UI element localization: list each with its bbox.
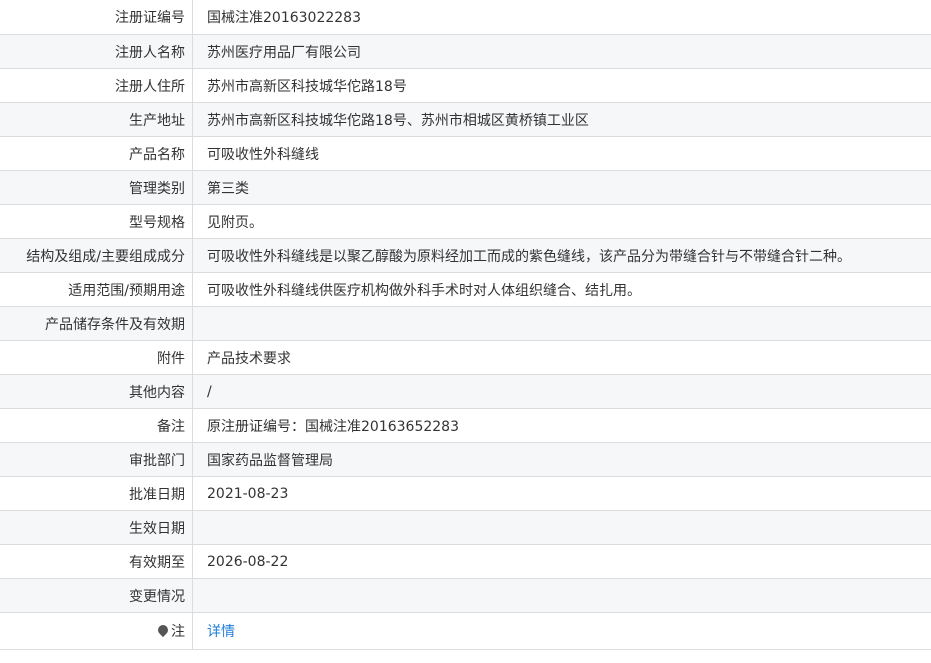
row-label: 结构及组成/主要组成成分 (0, 238, 193, 273)
row-value: 2021-08-23 (192, 476, 931, 511)
row-label: 生效日期 (0, 510, 193, 545)
table-row: 注册人名称 苏州医疗用品厂有限公司 (0, 34, 931, 69)
row-label: 注册人名称 (0, 34, 193, 69)
table-row: 注册人住所 苏州市高新区科技城华佗路18号 (0, 68, 931, 103)
table-row: 产品储存条件及有效期 (0, 306, 931, 341)
row-value: 第三类 (192, 170, 931, 205)
table-row: 附件 产品技术要求 (0, 340, 931, 375)
table-row: 型号规格 见附页。 (0, 204, 931, 239)
details-link[interactable]: 详情 (207, 624, 235, 640)
row-value: 2026-08-22 (192, 544, 931, 579)
pin-icon (155, 622, 171, 638)
row-value: 苏州医疗用品厂有限公司 (192, 34, 931, 69)
row-value: 苏州市高新区科技城华佗路18号 (192, 68, 931, 103)
row-value (192, 510, 931, 545)
table-row: 管理类别 第三类 (0, 170, 931, 205)
row-label: 其他内容 (0, 374, 193, 409)
table-row-note: 注 详情 (0, 612, 931, 650)
row-label: 批准日期 (0, 476, 193, 511)
table-row: 产品名称 可吸收性外科缝线 (0, 136, 931, 171)
row-label: 注册人住所 (0, 68, 193, 103)
row-value: 原注册证编号：国械注准20163652283 (192, 408, 931, 443)
row-label: 注册证编号 (0, 0, 193, 35)
table-row: 适用范围/预期用途 可吸收性外科缝线供医疗机构做外科手术时对人体组织缝合、结扎用… (0, 272, 931, 307)
row-value: 见附页。 (192, 204, 931, 239)
note-value-cell: 详情 (192, 612, 931, 650)
row-value: 国械注准20163022283 (192, 0, 931, 35)
row-label: 管理类别 (0, 170, 193, 205)
table-row: 变更情况 (0, 578, 931, 613)
row-value: 国家药品监督管理局 (192, 442, 931, 477)
row-value: 可吸收性外科缝线供医疗机构做外科手术时对人体组织缝合、结扎用。 (192, 272, 931, 307)
row-label: 备注 (0, 408, 193, 443)
table-row: 审批部门 国家药品监督管理局 (0, 442, 931, 477)
table-row: 有效期至 2026-08-22 (0, 544, 931, 579)
table-row: 其他内容 / (0, 374, 931, 409)
row-label: 附件 (0, 340, 193, 375)
row-label: 审批部门 (0, 442, 193, 477)
table-row: 备注 原注册证编号：国械注准20163652283 (0, 408, 931, 443)
table-row: 结构及组成/主要组成成分 可吸收性外科缝线是以聚乙醇酸为原料经加工而成的紫色缝线… (0, 238, 931, 273)
row-label: 有效期至 (0, 544, 193, 579)
table-row: 注册证编号 国械注准20163022283 (0, 0, 931, 35)
row-label: 产品名称 (0, 136, 193, 171)
row-value: 可吸收性外科缝线 (192, 136, 931, 171)
row-label: 适用范围/预期用途 (0, 272, 193, 307)
table-row: 生效日期 (0, 510, 931, 545)
row-value (192, 578, 931, 613)
note-label: 注 (171, 624, 185, 640)
row-label: 变更情况 (0, 578, 193, 613)
row-label: 产品储存条件及有效期 (0, 306, 193, 341)
row-label: 型号规格 (0, 204, 193, 239)
row-value: / (192, 374, 931, 409)
table-row: 生产地址 苏州市高新区科技城华佗路18号、苏州市相城区黄桥镇工业区 (0, 102, 931, 137)
row-value: 苏州市高新区科技城华佗路18号、苏州市相城区黄桥镇工业区 (192, 102, 931, 137)
registration-detail-table: 注册证编号 国械注准20163022283 注册人名称 苏州医疗用品厂有限公司 … (0, 0, 931, 650)
row-label: 生产地址 (0, 102, 193, 137)
table-row: 批准日期 2021-08-23 (0, 476, 931, 511)
row-value: 产品技术要求 (192, 340, 931, 375)
row-value (192, 306, 931, 341)
row-value: 可吸收性外科缝线是以聚乙醇酸为原料经加工而成的紫色缝线，该产品分为带缝合针与不带… (192, 238, 931, 273)
note-label-cell: 注 (0, 612, 193, 650)
